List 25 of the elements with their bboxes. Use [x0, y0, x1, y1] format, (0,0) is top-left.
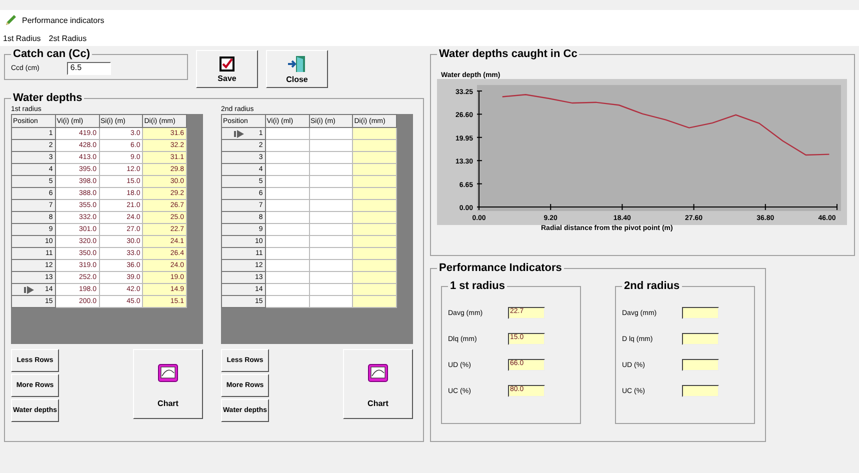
- chart-button[interactable]: Chart: [133, 349, 203, 419]
- group-title: 1 st radius: [449, 280, 506, 292]
- chart-button[interactable]: Chart: [343, 349, 413, 419]
- output-field[interactable]: [682, 307, 719, 319]
- group-title: Water depths: [12, 92, 84, 104]
- save-button[interactable]: Save: [196, 50, 258, 88]
- group-title: Water depths caught in Cc: [438, 48, 578, 60]
- chart-icon: [158, 364, 178, 382]
- door-exit-icon: [287, 54, 307, 72]
- output-field[interactable]: [682, 385, 719, 397]
- input-field[interactable]: 6.5: [67, 62, 112, 75]
- menu-item[interactable]: 1st Radius: [3, 34, 41, 42]
- output-field[interactable]: [682, 333, 719, 345]
- group-title: Catch can (Cc): [12, 48, 92, 60]
- checkbox-icon: [219, 56, 235, 72]
- menu-item[interactable]: 2st Radius: [48, 34, 87, 42]
- row-pointer-icon: [234, 130, 244, 138]
- group-title: 2nd radius: [623, 280, 681, 292]
- close-button[interactable]: Close: [266, 50, 328, 88]
- pencil-icon: [4, 13, 18, 27]
- output-field[interactable]: [682, 359, 719, 371]
- row-pointer-icon: [24, 286, 34, 294]
- group-title: Performance Indicators: [438, 262, 563, 274]
- window-title: Performance indicators: [22, 16, 104, 24]
- chart-icon: [368, 364, 388, 382]
